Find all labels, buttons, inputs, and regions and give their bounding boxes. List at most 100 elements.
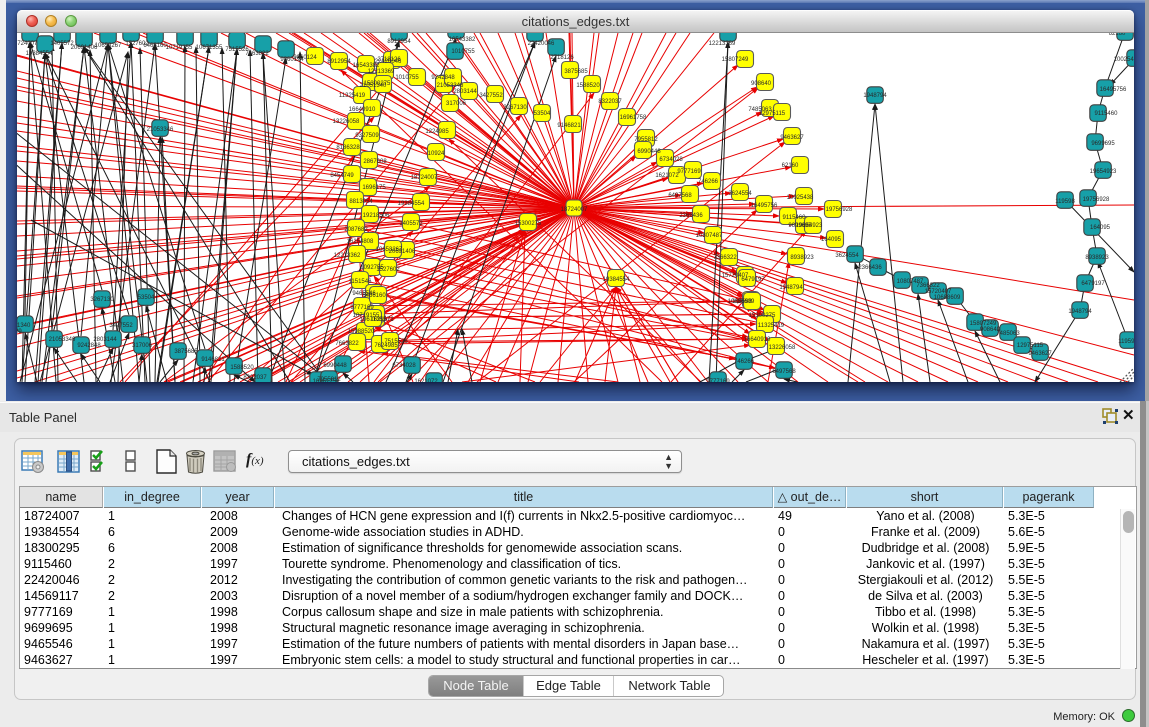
svg-text:119598: 119598: [1118, 339, 1134, 345]
svg-text:746266: 746266: [734, 359, 755, 365]
svg-text:10653267: 10653267: [376, 247, 403, 253]
svg-text:7955812: 7955812: [317, 377, 341, 382]
svg-text:10653267: 10653267: [95, 43, 122, 49]
svg-text:1527602: 1527602: [376, 267, 400, 273]
svg-text:3875685: 3875685: [174, 349, 198, 355]
svg-text:19654923: 19654923: [1090, 169, 1117, 175]
svg-text:8813054: 8813054: [349, 199, 373, 205]
svg-text:10025438: 10025438: [787, 195, 814, 201]
svg-text:6990448: 6990448: [323, 363, 347, 369]
svg-text:6734028: 6734028: [392, 363, 416, 369]
svg-text:6479197: 6479197: [741, 277, 765, 283]
svg-text:1405572: 1405572: [399, 221, 423, 227]
svg-text:11325419: 11325419: [758, 323, 785, 329]
svg-text:18724007: 18724007: [411, 175, 438, 181]
svg-text:2366436: 2366436: [679, 213, 703, 219]
svg-text:62160: 62160: [782, 163, 799, 169]
svg-text:3624554: 3624554: [835, 253, 859, 259]
svg-text:3875685: 3875685: [564, 69, 588, 75]
svg-text:2718126: 2718126: [550, 55, 574, 61]
svg-text:9327509: 9327509: [17, 329, 22, 335]
svg-text:15807249: 15807249: [722, 57, 749, 63]
svg-text:9777169: 9777169: [706, 379, 730, 382]
svg-text:9146821: 9146821: [557, 123, 581, 129]
svg-text:19654923: 19654923: [796, 223, 823, 229]
svg-text:10025438: 10025438: [1114, 57, 1134, 63]
svg-text:18724007: 18724007: [17, 41, 38, 47]
svg-text:2803144: 2803144: [453, 89, 477, 95]
svg-text:21053346: 21053346: [49, 337, 76, 343]
svg-text:6990448: 6990448: [637, 149, 661, 155]
svg-text:15300275: 15300275: [749, 313, 776, 319]
svg-text:1224985: 1224985: [425, 129, 449, 135]
svg-text:8454749: 8454749: [330, 173, 354, 179]
svg-text:19756928: 19756928: [826, 207, 853, 213]
svg-text:16640910: 16640910: [349, 107, 376, 113]
svg-text:9463627: 9463627: [1028, 351, 1052, 357]
svg-text:164095: 164095: [821, 237, 842, 243]
svg-text:10719155: 10719155: [166, 45, 193, 51]
svg-text:1010755: 1010755: [395, 75, 419, 81]
svg-text:119598: 119598: [1055, 199, 1075, 205]
svg-text:12213369: 12213369: [709, 41, 736, 47]
svg-text:1151546: 1151546: [349, 279, 373, 285]
svg-text:7955812: 7955812: [634, 137, 658, 143]
svg-text:16640910: 16640910: [744, 337, 771, 343]
svg-text:13226058: 13226058: [769, 345, 796, 351]
svg-text:8938923: 8938923: [1085, 255, 1109, 261]
svg-text:10924: 10924: [428, 151, 445, 157]
svg-text:12975115: 12975115: [1017, 343, 1044, 349]
svg-text:6466160: 6466160: [143, 43, 167, 49]
svg-text:7663822: 7663822: [335, 341, 359, 347]
svg-text:908640: 908640: [751, 81, 772, 87]
svg-text:8322037: 8322037: [598, 99, 622, 105]
svg-text:6734028: 6734028: [659, 157, 683, 163]
svg-text:746266: 746266: [698, 179, 719, 185]
svg-text:8186328: 8186328: [336, 145, 360, 151]
svg-text:9146821: 9146821: [201, 357, 225, 363]
svg-text:12213362: 12213362: [334, 253, 361, 259]
svg-text:9115460: 9115460: [783, 215, 807, 221]
svg-text:13226058: 13226058: [333, 119, 360, 125]
svg-text:1621072: 1621072: [414, 379, 438, 382]
svg-text:9242848: 9242848: [77, 343, 101, 349]
svg-text:6497568: 6497568: [772, 369, 796, 375]
svg-text:22420046: 22420046: [528, 41, 555, 47]
svg-text:1588520: 1588520: [576, 83, 600, 89]
svg-text:1010755: 1010755: [451, 49, 475, 55]
svg-text:164095: 164095: [1090, 225, 1111, 231]
svg-text:2087682: 2087682: [344, 227, 368, 233]
svg-text:19384554: 19384554: [26, 51, 53, 57]
svg-text:15988520: 15988520: [348, 329, 375, 335]
svg-text:21053346: 21053346: [147, 127, 174, 133]
svg-text:6497568: 6497568: [668, 193, 692, 199]
svg-text:7366322: 7366322: [713, 255, 737, 261]
svg-text:7663822: 7663822: [245, 51, 269, 57]
svg-text:1696175: 1696175: [362, 185, 386, 191]
svg-text:3267130: 3267130: [90, 297, 114, 303]
svg-text:10807487: 10807487: [696, 233, 723, 239]
svg-text:8912954: 8912954: [327, 59, 351, 65]
svg-text:9463627: 9463627: [780, 135, 804, 141]
svg-text:1948794: 1948794: [1068, 309, 1092, 315]
svg-text:317006: 317006: [132, 343, 153, 349]
svg-text:3624554: 3624554: [728, 191, 752, 197]
svg-text:21051340: 21051340: [360, 83, 387, 89]
svg-text:16543382: 16543382: [449, 37, 476, 43]
svg-text:8322037: 8322037: [243, 375, 267, 381]
svg-text:9242848: 9242848: [431, 75, 455, 81]
svg-text:10671355: 10671355: [360, 317, 387, 323]
svg-text:8912954: 8912954: [387, 39, 411, 45]
svg-text:16495756: 16495756: [1100, 87, 1127, 93]
svg-text:19218506: 19218506: [363, 213, 390, 219]
svg-text:1948794: 1948794: [863, 93, 887, 99]
svg-text:19384554: 19384554: [398, 201, 425, 207]
svg-text:317006: 317006: [446, 101, 467, 107]
svg-text:9699695: 9699695: [1091, 141, 1115, 147]
svg-text:19384554: 19384554: [603, 277, 630, 283]
svg-text:53504: 53504: [138, 295, 155, 301]
svg-text:1948794: 1948794: [779, 285, 803, 291]
svg-text:16154808: 16154808: [347, 239, 374, 245]
svg-text:11325419: 11325419: [339, 93, 366, 99]
svg-text:2718126: 2718126: [377, 57, 401, 63]
